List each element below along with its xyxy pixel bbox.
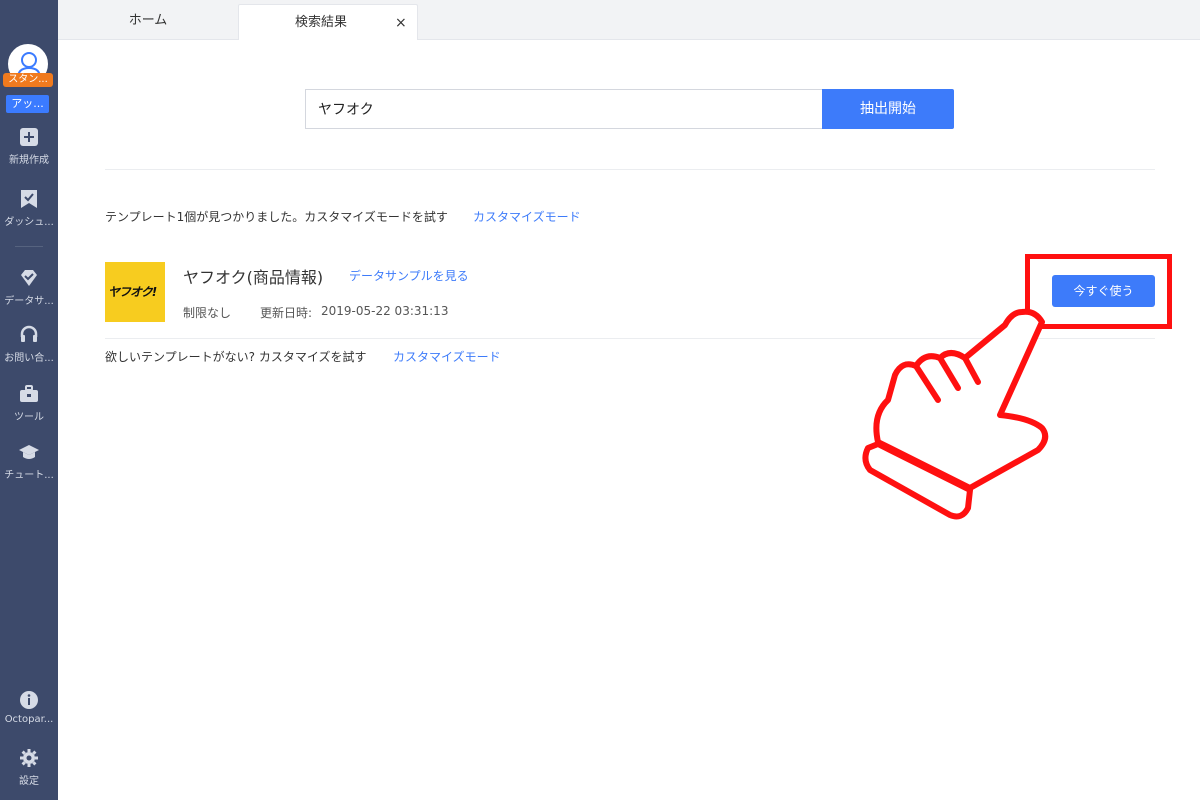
- data-service-icon: [21, 270, 37, 286]
- sidebar-item-label: チュート...: [4, 470, 54, 481]
- tab-label: 検索結果: [295, 15, 348, 30]
- pointing-hand-icon: [862, 308, 1049, 520]
- sidebar-item-data-service[interactable]: データサ...: [0, 268, 58, 307]
- plus-square-icon: [20, 128, 38, 146]
- sidebar-item-contact[interactable]: お問い合...: [0, 325, 58, 364]
- template-limit: 制限なし: [183, 306, 232, 320]
- sidebar-item-new[interactable]: 新規作成: [0, 127, 58, 166]
- tab-bar: ホーム 検索結果 ×: [58, 0, 1200, 40]
- sidebar-item-dashboard[interactable]: ダッシュ...: [0, 189, 58, 228]
- sidebar-item-label: ツール: [14, 412, 44, 423]
- graduation-cap-icon: [19, 445, 39, 459]
- template-thumbnail[interactable]: ヤフオク!: [105, 262, 165, 322]
- sidebar-divider: [15, 246, 43, 247]
- sidebar-item-tools[interactable]: ツール: [0, 384, 58, 423]
- custom-mode-link[interactable]: カスタマイズモード: [393, 348, 501, 365]
- data-sample-link[interactable]: データサンプルを見る: [349, 267, 469, 284]
- sidebar-item-settings[interactable]: 設定: [0, 748, 58, 787]
- result-count-text: テンプレート1個が見つかりました。カスタマイズモードを試す: [105, 210, 448, 224]
- close-icon[interactable]: ×: [395, 5, 407, 41]
- toolbox-icon: [20, 385, 38, 402]
- updated-label: 更新日時:: [260, 306, 313, 320]
- custom-mode-link[interactable]: カスタマイズモード: [473, 208, 581, 225]
- template-logo-text: ヤフオク!: [108, 285, 157, 299]
- info-icon: [20, 691, 38, 709]
- upgrade-button[interactable]: アッ...: [6, 95, 49, 113]
- sidebar-item-label: ダッシュ...: [4, 217, 54, 228]
- updated-value: 2019-05-22 03:31:13: [321, 304, 449, 318]
- template-name[interactable]: ヤフオク(商品情報): [183, 264, 323, 288]
- gear-icon: [20, 749, 38, 767]
- headset-icon: [20, 325, 38, 342]
- sidebar-item-label: 新規作成: [9, 155, 49, 166]
- sidebar-item-label: データサ...: [4, 296, 54, 307]
- start-extraction-button[interactable]: 抽出開始: [822, 89, 954, 129]
- sidebar-item-label: お問い合...: [4, 353, 54, 364]
- plan-badge: スタン...: [3, 73, 53, 87]
- tab-search-results[interactable]: 検索結果 ×: [238, 4, 418, 40]
- sidebar: スタン... アッ... 新規作成 ダッシュ... データサ... お問い合..…: [0, 0, 58, 800]
- missing-template-text: 欲しいテンプレートがない? カスタマイズを試す: [105, 350, 367, 364]
- sidebar-item-label: 設定: [19, 776, 39, 787]
- search-input[interactable]: [305, 89, 823, 129]
- dashboard-bookmark-icon: [21, 190, 37, 208]
- sidebar-item-about[interactable]: Octopar...: [0, 690, 58, 725]
- divider: [105, 169, 1155, 170]
- tab-home[interactable]: ホーム: [58, 0, 238, 40]
- sidebar-item-tutorial[interactable]: チュート...: [0, 442, 58, 481]
- sidebar-item-label: Octopar...: [4, 714, 54, 725]
